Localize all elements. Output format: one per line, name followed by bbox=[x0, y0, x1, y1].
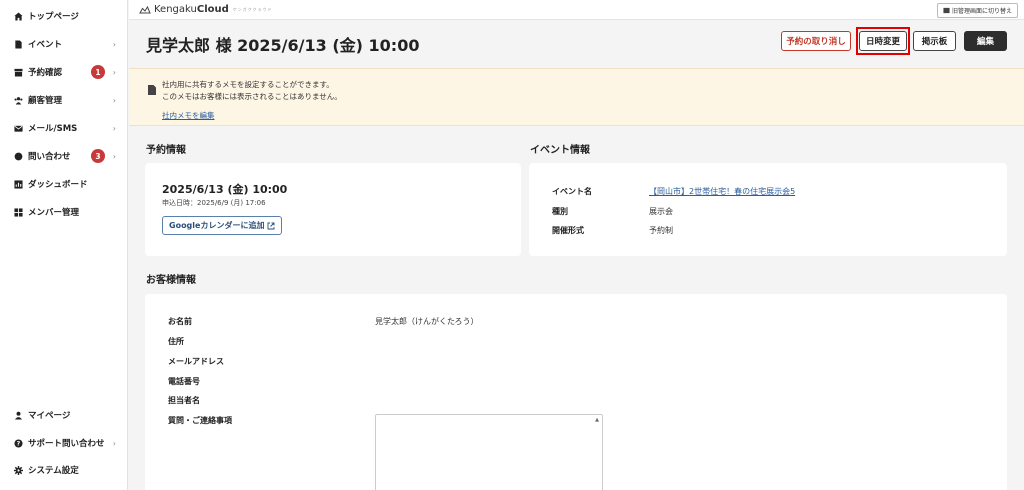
page-header: 見学太郎 様 2025/6/13 (金) 10:00 予約の取り消し 日時変更 … bbox=[129, 20, 1024, 68]
applied-datetime: 申込日時：2025/6/9 (月) 17:06 bbox=[162, 199, 266, 207]
customer-name-label: お名前 bbox=[168, 317, 192, 326]
logo-text-bold: Cloud bbox=[196, 4, 229, 15]
chevron-right-icon: › bbox=[112, 39, 116, 49]
sidebar-item-label: システム設定 bbox=[28, 466, 79, 476]
chevron-right-icon: › bbox=[112, 438, 116, 448]
sidebar-item-support[interactable]: ? サポート問い合わせ › bbox=[0, 433, 128, 453]
event-format-label: 開催形式 bbox=[552, 226, 584, 235]
edit-memo-link[interactable]: 社内メモを編集 bbox=[162, 110, 215, 121]
memo-text: このメモはお客様には表示されることはありません。 bbox=[162, 92, 342, 101]
reservation-date: 2025/6/13 (金) 10:00 bbox=[162, 183, 288, 196]
cloud-logo-icon bbox=[139, 5, 151, 13]
logo-text-light: Kengaku bbox=[154, 4, 197, 15]
sidebar-item-label: サポート問い合わせ bbox=[28, 439, 105, 449]
sidebar-item-mypage[interactable]: マイページ bbox=[0, 405, 128, 425]
gcal-label: Googleカレンダーに追加 bbox=[169, 221, 265, 230]
board-button[interactable]: 掲示板 bbox=[913, 31, 956, 51]
event-type-value: 展示会 bbox=[649, 207, 673, 216]
reservation-section-title: 予約情報 bbox=[146, 145, 186, 156]
sidebar-item-event[interactable]: イベント › bbox=[0, 34, 128, 54]
gear-icon bbox=[14, 465, 23, 475]
sidebar-item-label: 予約確認 bbox=[28, 68, 63, 78]
change-date-button[interactable]: 日時変更 bbox=[859, 31, 907, 51]
event-card: イベント名 【岡山市】2世帯住宅！春の住宅展示会5 種別 展示会 開催形式 予約… bbox=[529, 163, 1007, 256]
questions-textarea[interactable]: ▲ bbox=[375, 414, 603, 490]
chevron-right-icon: › bbox=[112, 67, 116, 77]
chart-icon bbox=[14, 179, 23, 189]
chat-icon bbox=[14, 152, 23, 161]
event-format-value: 予約制 bbox=[649, 226, 673, 235]
sidebar-item-label: トップページ bbox=[28, 12, 79, 22]
sidebar-item-label: イベント bbox=[28, 40, 63, 50]
sidebar-item-label: ダッシュボード bbox=[28, 180, 88, 190]
chevron-right-icon: › bbox=[112, 151, 116, 161]
users-icon bbox=[14, 96, 23, 105]
address-label: 住所 bbox=[168, 337, 184, 346]
user-icon bbox=[14, 411, 23, 420]
sidebar-item-label: 顧客管理 bbox=[28, 96, 63, 106]
help-icon: ? bbox=[14, 438, 23, 448]
sidebar-item-label: メンバー管理 bbox=[28, 208, 80, 218]
event-section-title: イベント情報 bbox=[530, 145, 590, 156]
add-google-calendar-button[interactable]: Googleカレンダーに追加 bbox=[162, 216, 283, 235]
customer-section-title: お客様情報 bbox=[146, 275, 196, 286]
sidebar-item-customers[interactable]: 顧客管理 › bbox=[0, 90, 128, 110]
svg-text:?: ? bbox=[17, 440, 21, 447]
event-name-label: イベント名 bbox=[552, 187, 592, 196]
customer-card: お名前 見学太郎（けんがくたろう） 住所 メールアドレス 電話番号 担当者名 質… bbox=[145, 294, 1007, 490]
sidebar-item-mail[interactable]: メール/SMS › bbox=[0, 118, 128, 138]
logo: Kengaku Cloud ケンガククラウド bbox=[139, 4, 273, 15]
cancel-reservation-button[interactable]: 予約の取り消し bbox=[781, 31, 851, 51]
sidebar-item-top[interactable]: トップページ bbox=[0, 6, 128, 26]
page-title: 見学太郎 様 2025/6/13 (金) 10:00 bbox=[146, 36, 420, 55]
box-icon bbox=[14, 68, 23, 77]
chevron-right-icon: › bbox=[112, 123, 116, 133]
chevron-right-icon: › bbox=[112, 95, 116, 105]
sidebar-item-inquiry[interactable]: 問い合わせ 3 › bbox=[0, 146, 128, 166]
top-bar: Kengaku Cloud ケンガククラウド 旧管理画面に切り替え bbox=[129, 0, 1024, 20]
sidebar-item-reservation[interactable]: 予約確認 1 › bbox=[0, 62, 128, 82]
sidebar: トップページ イベント › 予約確認 1 › 顧客管理 › メール/SMS › … bbox=[0, 0, 128, 490]
email-label: メールアドレス bbox=[168, 357, 224, 366]
grid-icon bbox=[14, 207, 23, 217]
memo-icon bbox=[148, 80, 156, 95]
switch-legacy-button[interactable]: 旧管理画面に切り替え bbox=[936, 3, 1018, 18]
external-link-icon bbox=[268, 222, 275, 229]
event-type-label: 種別 bbox=[552, 207, 568, 216]
customer-name-value: 見学太郎（けんがくたろう） bbox=[375, 317, 479, 326]
questions-label: 質問・ご連絡事項 bbox=[168, 416, 232, 425]
edit-button[interactable]: 編集 bbox=[964, 31, 1007, 51]
reservation-card: 2025/6/13 (金) 10:00 申込日時：2025/6/9 (月) 17… bbox=[145, 163, 521, 256]
sidebar-item-label: マイページ bbox=[28, 411, 71, 421]
event-name-link[interactable]: 【岡山市】2世帯住宅！春の住宅展示会5 bbox=[649, 186, 795, 197]
scroll-up-icon[interactable]: ▲ bbox=[595, 417, 599, 423]
home-icon bbox=[14, 11, 23, 21]
logo-subtext: ケンガククラウド bbox=[232, 6, 273, 12]
sidebar-item-label: 問い合わせ bbox=[28, 152, 71, 162]
sidebar-item-label: メール/SMS bbox=[28, 124, 78, 134]
mail-icon bbox=[14, 124, 23, 133]
sidebar-item-members[interactable]: メンバー管理 bbox=[0, 202, 128, 222]
switch-legacy-label: 旧管理画面に切り替え bbox=[951, 8, 1012, 15]
phone-label: 電話番号 bbox=[168, 377, 200, 386]
inquiry-count-badge: 3 bbox=[91, 149, 105, 163]
staff-label: 担当者名 bbox=[168, 396, 200, 405]
internal-memo: 社内用に共有するメモを設定することができます。 このメモはお客様には表示されるこ… bbox=[129, 68, 1024, 126]
switch-icon bbox=[943, 7, 950, 14]
sidebar-item-settings[interactable]: システム設定 bbox=[0, 460, 128, 480]
document-icon bbox=[14, 39, 23, 49]
sidebar-item-dashboard[interactable]: ダッシュボード bbox=[0, 174, 128, 194]
memo-text: 社内用に共有するメモを設定することができます。 bbox=[162, 80, 334, 89]
reservation-count-badge: 1 bbox=[91, 65, 105, 79]
